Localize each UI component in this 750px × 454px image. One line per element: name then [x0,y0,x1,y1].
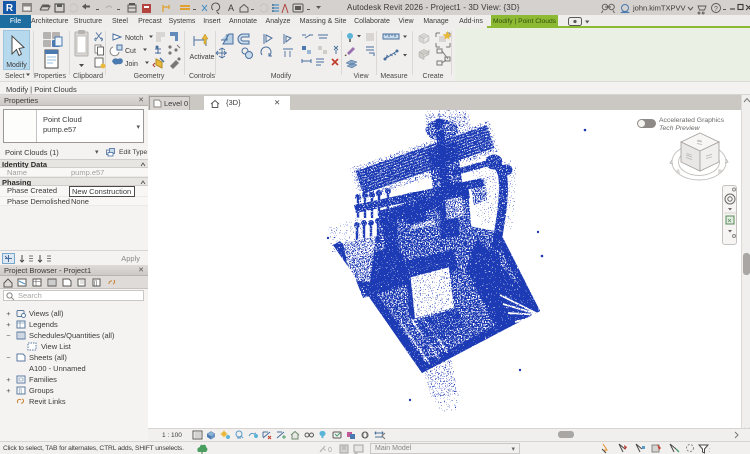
svg-text:Select: Select [5,73,25,80]
svg-text:Modify: Modify [271,73,292,80]
svg-text:Join: Join [125,61,138,68]
svg-text:Properties: Properties [34,73,66,80]
svg-text:john.kimTXPVV: john.kimTXPVV [632,4,686,13]
svg-text:Modify: Modify [6,62,27,69]
svg-text:?: ? [714,6,718,13]
svg-text:[]: [] [19,389,23,395]
svg-text:Measure: Measure [380,73,407,80]
svg-text:Clipboard: Clipboard [73,73,103,80]
svg-text:Geometry: Geometry [134,73,165,80]
svg-text:View: View [353,73,369,80]
svg-text:Notch: Notch [125,35,143,42]
svg-text::1: :1 [709,448,710,454]
svg-text:R: R [6,3,14,14]
svg-text:Controls: Controls [189,73,216,80]
svg-text:A: A [228,3,234,13]
svg-text:Create: Create [422,73,443,80]
svg-text:Activate: Activate [190,54,215,61]
svg-text:Cut: Cut [125,48,136,55]
svg-text:[]: [] [94,281,98,287]
svg-text:0: 0 [328,447,332,454]
